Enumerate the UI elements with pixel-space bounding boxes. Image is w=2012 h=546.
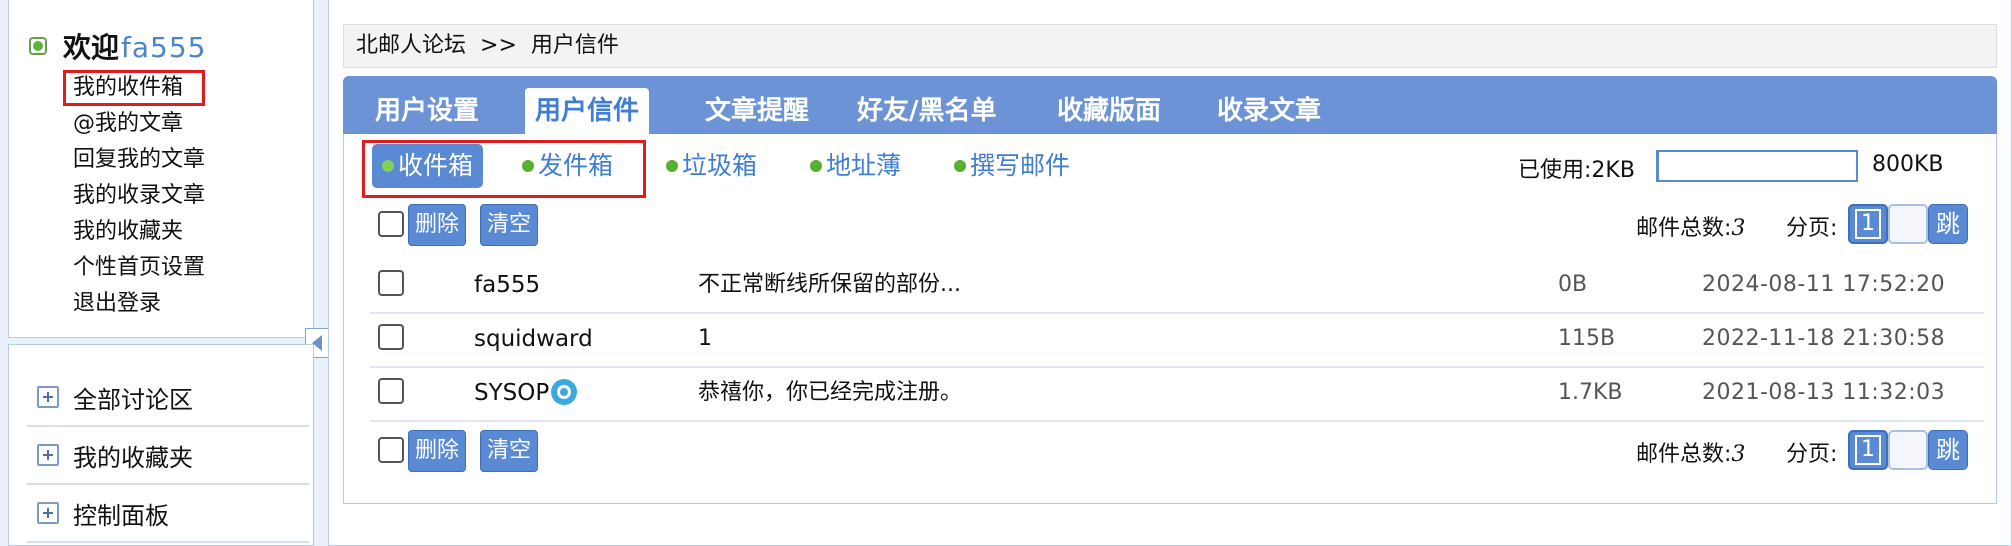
expand-plus-icon bbox=[37, 502, 59, 524]
page-jump-input[interactable] bbox=[1888, 430, 1928, 470]
subtab-label: 垃圾箱 bbox=[682, 151, 758, 180]
select-all-checkbox[interactable] bbox=[378, 437, 404, 463]
link-my-collected-articles[interactable]: 我的收录文章 bbox=[51, 178, 205, 214]
tab-bar: 用户设置 用户信件 文章提醒 好友/黑名单 收藏版面 收录文章 bbox=[343, 76, 1997, 134]
link-my-inbox[interactable]: 我的收件箱 bbox=[51, 70, 206, 106]
mail-select-checkbox[interactable] bbox=[378, 378, 404, 404]
mail-size: 1.7KB bbox=[1558, 380, 1623, 405]
mail-sender[interactable]: squidward bbox=[474, 312, 593, 366]
link-my-favorites[interactable]: 我的收藏夹 bbox=[51, 214, 205, 250]
mail-subject[interactable]: 1 bbox=[698, 312, 712, 366]
nav-section-favorites[interactable]: 我的收藏夹 bbox=[27, 427, 309, 485]
mail-total: 邮件总数:3 bbox=[1636, 436, 1745, 468]
tab-collected-articles[interactable]: 收录文章 bbox=[1207, 88, 1331, 134]
mail-select-checkbox[interactable] bbox=[378, 324, 404, 350]
mail-row[interactable]: squidward 1 115B 2022-11-18 21:30:58 bbox=[370, 312, 1984, 368]
delete-button[interactable]: 删除 bbox=[408, 430, 467, 472]
page-jump-input[interactable] bbox=[1888, 204, 1928, 244]
user-panel: 欢迎fa555 我的收件箱 @我的文章 回复我的文章 我的收录文章 我的收藏夹 … bbox=[8, 0, 314, 338]
nav-section-label: 全部讨论区 bbox=[73, 385, 193, 414]
nav-section-all-boards[interactable]: 全部讨论区 bbox=[27, 369, 309, 427]
subtab-compose[interactable]: 撰写邮件 bbox=[944, 144, 1080, 188]
mail-toolbar-bottom: 删除 清空 邮件总数:3 分页: 1 跳 bbox=[344, 422, 1996, 478]
status-dot-icon bbox=[666, 160, 678, 172]
mail-size: 115B bbox=[1558, 326, 1616, 351]
tab-article-reminders[interactable]: 文章提醒 bbox=[695, 88, 819, 134]
mail-total-label: 邮件总数: bbox=[1636, 442, 1732, 467]
user-links: 我的收件箱 @我的文章 回复我的文章 我的收录文章 我的收藏夹 个性首页设置 退… bbox=[51, 70, 206, 322]
select-all-checkbox[interactable] bbox=[378, 211, 404, 237]
subtab-label: 撰写邮件 bbox=[970, 151, 1071, 180]
mail-total-count: 3 bbox=[1731, 442, 1746, 467]
breadcrumb: 北邮人论坛 >> 用户信件 bbox=[343, 24, 1997, 68]
current-page-number: 1 bbox=[1855, 209, 1881, 239]
subtab-label: 收件箱 bbox=[398, 151, 474, 180]
breadcrumb-site[interactable]: 北邮人论坛 bbox=[356, 33, 466, 58]
verified-badge-icon bbox=[551, 379, 578, 405]
welcome-prefix: 欢迎 bbox=[63, 31, 120, 64]
expand-plus-icon bbox=[37, 444, 59, 466]
main-panel: 北邮人论坛 >> 用户信件 用户设置 用户信件 文章提醒 好友/黑名单 收藏版面 收… bbox=[328, 0, 2012, 546]
status-dot-icon bbox=[954, 160, 966, 172]
breadcrumb-current: 用户信件 bbox=[530, 33, 619, 58]
current-page-button[interactable]: 1 bbox=[1848, 204, 1888, 244]
link-replies[interactable]: 回复我的文章 bbox=[51, 142, 205, 178]
username[interactable]: fa555 bbox=[121, 31, 206, 64]
page-jump-button[interactable]: 跳 bbox=[1928, 430, 1968, 470]
mail-total-count: 3 bbox=[1731, 216, 1746, 241]
tab-favorite-boards[interactable]: 收藏版面 bbox=[1047, 88, 1171, 134]
subtab-outbox[interactable]: 发件箱 bbox=[512, 144, 623, 188]
mail-row[interactable]: fa555 不正常断线所保留的部份... 0B 2024-08-11 17:52… bbox=[370, 258, 1984, 314]
expand-plus-icon bbox=[37, 386, 59, 408]
quota-total-label: 800KB bbox=[1872, 152, 1944, 177]
mail-date: 2022-11-18 21:30:58 bbox=[1702, 326, 1946, 351]
mail-total-label: 邮件总数: bbox=[1636, 216, 1732, 241]
nav-section-label: 我的收藏夹 bbox=[73, 443, 193, 472]
mail-size: 0B bbox=[1558, 272, 1588, 297]
link-homepage-settings[interactable]: 个性首页设置 bbox=[51, 250, 205, 286]
mail-sender[interactable]: SYSOP bbox=[474, 366, 578, 420]
mail-select-checkbox[interactable] bbox=[378, 270, 404, 296]
online-status-icon bbox=[29, 37, 47, 55]
status-dot-icon bbox=[522, 160, 534, 172]
tab-user-mail[interactable]: 用户信件 bbox=[525, 88, 650, 134]
subtab-label: 地址薄 bbox=[826, 151, 902, 180]
current-page-button[interactable]: 1 bbox=[1848, 430, 1888, 470]
clear-button[interactable]: 清空 bbox=[480, 430, 539, 472]
link-logout[interactable]: 退出登录 bbox=[51, 286, 205, 322]
nav-panel: 全部讨论区 我的收藏夹 控制面板 bbox=[8, 344, 314, 546]
mail-date: 2021-08-13 11:32:03 bbox=[1702, 380, 1946, 405]
mail-subject[interactable]: 恭禧你，你已经完成注册。 bbox=[698, 366, 962, 420]
tab-user-settings[interactable]: 用户设置 bbox=[365, 88, 489, 134]
subtab-address-book[interactable]: 地址薄 bbox=[800, 144, 911, 188]
mail-sender[interactable]: fa555 bbox=[474, 258, 540, 312]
pagination-label: 分页: bbox=[1786, 216, 1838, 241]
quota-used-label: 已使用:2KB bbox=[1518, 158, 1635, 183]
pagination-label: 分页: bbox=[1786, 442, 1838, 467]
status-dot-icon bbox=[810, 160, 822, 172]
mail-sender-name: SYSOP bbox=[474, 380, 550, 406]
welcome-row: 欢迎fa555 bbox=[29, 26, 206, 66]
current-page-number: 1 bbox=[1855, 435, 1881, 465]
subtab-label: 发件箱 bbox=[538, 151, 614, 180]
mail-date: 2024-08-11 17:52:20 bbox=[1702, 272, 1946, 297]
nav-section-label: 控制面板 bbox=[73, 501, 169, 530]
clear-button[interactable]: 清空 bbox=[480, 204, 539, 246]
subtab-inbox[interactable]: 收件箱 bbox=[372, 144, 484, 188]
mail-content: 收件箱 发件箱 垃圾箱 地址薄 撰写邮件 已使用:2KB 800KB 删除 清空… bbox=[343, 134, 1997, 504]
quota-progress-bar bbox=[1656, 150, 1858, 182]
link-mentions[interactable]: @我的文章 bbox=[51, 106, 205, 142]
subtab-trash[interactable]: 垃圾箱 bbox=[656, 144, 767, 188]
mail-total: 邮件总数:3 bbox=[1636, 210, 1745, 242]
mail-row[interactable]: SYSOP 恭禧你，你已经完成注册。 1.7KB 2021-08-13 11:3… bbox=[370, 366, 1984, 422]
mail-toolbar-top: 删除 清空 邮件总数:3 分页: 1 跳 bbox=[344, 196, 1996, 252]
page-jump-button[interactable]: 跳 bbox=[1928, 204, 1968, 244]
status-dot-icon bbox=[382, 160, 394, 172]
delete-button[interactable]: 删除 bbox=[408, 204, 467, 246]
breadcrumb-separator: >> bbox=[480, 33, 517, 58]
nav-section-control-panel[interactable]: 控制面板 bbox=[27, 485, 309, 543]
tab-friends-blacklist[interactable]: 好友/黑名单 bbox=[847, 88, 1007, 134]
welcome-heading: 欢迎fa555 bbox=[63, 26, 206, 66]
mail-subject[interactable]: 不正常断线所保留的部份... bbox=[698, 258, 961, 312]
